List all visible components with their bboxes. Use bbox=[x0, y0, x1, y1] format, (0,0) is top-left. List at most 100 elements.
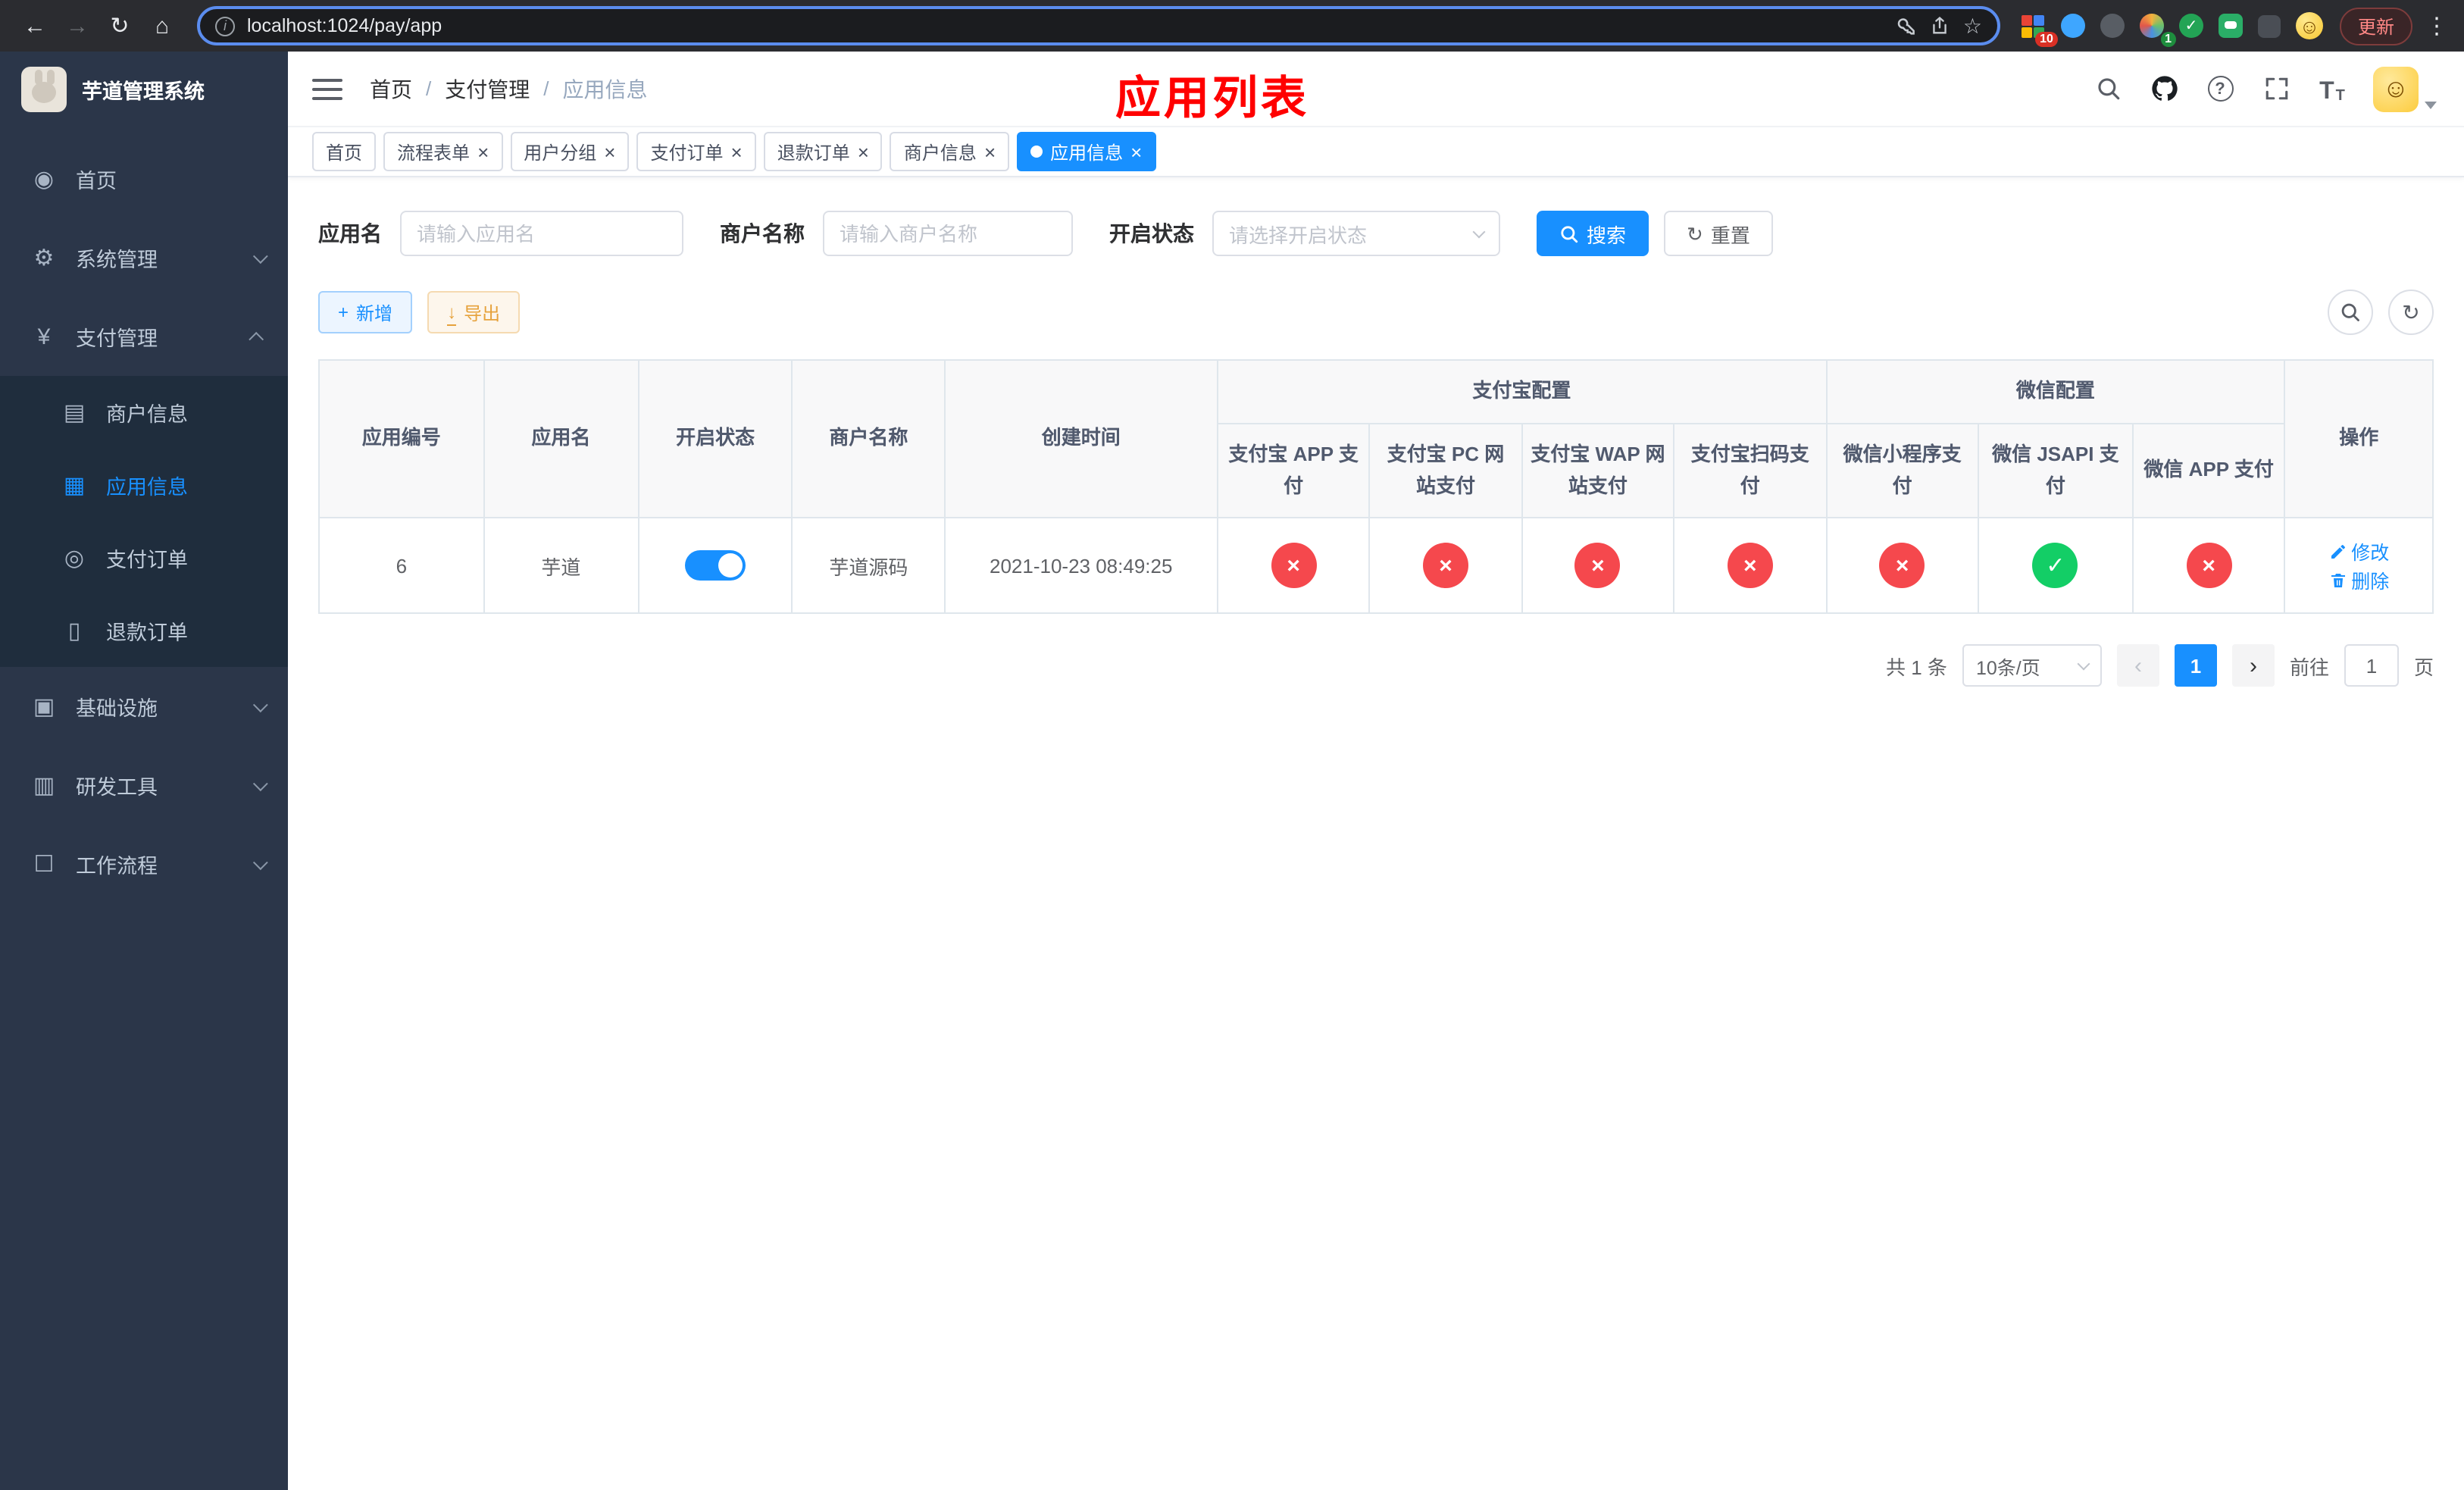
avatar-emoji-icon: ☺ bbox=[2373, 66, 2419, 111]
search-icon[interactable] bbox=[2093, 74, 2123, 104]
col-wechat-app: 微信 APP 支付 bbox=[2131, 422, 2286, 519]
refresh-table-button[interactable]: ↻ bbox=[2388, 290, 2434, 335]
sidebar: 芋道管理系统 ◉ 首页 ⚙ 系统管理 ¥ 支付管理 ▤ 商户信息 ▦ 应用信息 … bbox=[0, 52, 288, 1490]
close-icon[interactable]: × bbox=[984, 142, 996, 161]
app-name-label: 应用名 bbox=[318, 221, 382, 246]
fullscreen-icon[interactable] bbox=[2261, 74, 2291, 104]
sidebar-item-refund-order[interactable]: ▯ 退款订单 bbox=[0, 594, 288, 667]
group-wechat-config: 微信配置 bbox=[1825, 359, 2286, 424]
page-number-button[interactable]: 1 bbox=[2174, 644, 2217, 687]
tab-user-group[interactable]: 用户分组 × bbox=[510, 132, 630, 171]
reset-button[interactable]: ↻ 重置 bbox=[1664, 211, 1773, 256]
delete-button[interactable]: 删除 bbox=[2328, 566, 2389, 595]
alipay-pc-status-icon: × bbox=[1423, 543, 1468, 589]
sidebar-menu: ◉ 首页 ⚙ 系统管理 ¥ 支付管理 ▤ 商户信息 ▦ 应用信息 ◎ 支付订单 … bbox=[0, 139, 288, 903]
cell-operations: 修改 删除 bbox=[2284, 517, 2434, 615]
close-icon[interactable]: × bbox=[858, 142, 869, 161]
site-info-icon[interactable]: i bbox=[215, 16, 235, 36]
sidebar-item-workflow[interactable]: ☐ 工作流程 bbox=[0, 825, 288, 903]
merchant-name-label: 商户名称 bbox=[720, 221, 805, 246]
sidebar-toggle-button[interactable] bbox=[312, 78, 342, 99]
alipay-app-status-icon: × bbox=[1271, 543, 1317, 589]
close-icon[interactable]: × bbox=[604, 142, 615, 161]
browser-home-icon[interactable]: ⌂ bbox=[142, 6, 182, 45]
extension-dark-circle-icon[interactable] bbox=[2094, 8, 2131, 44]
tab-pay-order[interactable]: 支付订单 × bbox=[636, 132, 756, 171]
search-button[interactable]: 搜索 bbox=[1537, 211, 1649, 256]
sidebar-item-app-info[interactable]: ▦ 应用信息 bbox=[0, 449, 288, 521]
bookmark-star-icon[interactable]: ☆ bbox=[1963, 13, 1982, 39]
sidebar-item-system[interactable]: ⚙ 系统管理 bbox=[0, 218, 288, 297]
tab-app-info[interactable]: 应用信息 × bbox=[1017, 132, 1156, 171]
help-icon[interactable]: ? bbox=[2205, 74, 2235, 104]
extension-drop-icon[interactable] bbox=[2055, 8, 2091, 44]
github-icon[interactable] bbox=[2149, 74, 2179, 104]
cell-created: 2021-10-23 08:49:25 bbox=[943, 517, 1218, 615]
goto-page-input[interactable] bbox=[2344, 644, 2399, 687]
chevron-down-icon bbox=[252, 775, 268, 791]
workflow-icon: ☐ bbox=[33, 852, 55, 878]
toggle-search-button[interactable] bbox=[2328, 290, 2373, 335]
extension-pin-icon[interactable] bbox=[2252, 8, 2288, 44]
col-operations: 操作 bbox=[2284, 358, 2434, 519]
url-text[interactable]: localhost:1024/pay/app bbox=[247, 15, 1883, 36]
extension-avatar-icon[interactable]: 1 bbox=[2134, 8, 2176, 47]
col-alipay-app: 支付宝 APP 支付 bbox=[1216, 422, 1371, 519]
prev-page-button[interactable]: ‹ bbox=[2116, 644, 2159, 687]
profile-avatar-icon[interactable]: ☺ bbox=[2291, 8, 2328, 44]
total-count: 共 1 条 bbox=[1886, 656, 1947, 679]
browser-back-icon[interactable]: ← bbox=[15, 6, 55, 45]
share-icon[interactable] bbox=[1930, 15, 1951, 36]
merchant-card-icon: ▤ bbox=[63, 400, 86, 426]
user-avatar[interactable]: ☺ bbox=[2373, 66, 2437, 111]
col-wechat-lite: 微信小程序支付 bbox=[1825, 422, 1980, 519]
password-key-icon[interactable] bbox=[1895, 14, 1918, 37]
export-button[interactable]: ↓ 导出 bbox=[427, 291, 521, 333]
sidebar-item-payment-order[interactable]: ◎ 支付订单 bbox=[0, 521, 288, 594]
active-dot-icon bbox=[1030, 146, 1043, 158]
browser-forward-icon[interactable]: → bbox=[58, 6, 97, 45]
breadcrumb-payment[interactable]: 支付管理 bbox=[445, 74, 530, 104]
edit-button[interactable]: 修改 bbox=[2328, 537, 2389, 566]
browser-toolbar: ← → ↻ ⌂ i localhost:1024/pay/app ☆ 10 1 … bbox=[0, 0, 2464, 52]
extension-blocks-icon[interactable]: 10 bbox=[2015, 8, 2058, 47]
page-size-select[interactable]: 10条/页 bbox=[1962, 644, 2102, 687]
tab-process-form[interactable]: 流程表单 × bbox=[383, 132, 503, 171]
breadcrumb-home[interactable]: 首页 bbox=[370, 74, 412, 104]
font-size-icon[interactable]: TT bbox=[2317, 74, 2347, 104]
extension-check-icon[interactable]: ✓ bbox=[2173, 8, 2209, 44]
tab-home[interactable]: 首页 bbox=[312, 132, 377, 171]
close-icon[interactable]: × bbox=[477, 142, 489, 161]
col-status: 开启状态 bbox=[637, 358, 793, 519]
goto-label: 前往 bbox=[2289, 656, 2329, 679]
close-icon[interactable]: × bbox=[731, 142, 743, 161]
dashboard-icon: ◉ bbox=[33, 167, 55, 193]
breadcrumb-current: 应用信息 bbox=[562, 77, 648, 101]
sidebar-item-devtools[interactable]: ▥ 研发工具 bbox=[0, 746, 288, 825]
browser-update-button[interactable]: 更新 bbox=[2339, 7, 2412, 45]
extension-chat-icon[interactable] bbox=[2212, 8, 2249, 44]
browser-menu-icon[interactable]: ⋮ bbox=[2425, 12, 2449, 39]
col-app-name: 应用名 bbox=[483, 358, 639, 519]
sidebar-item-merchant-info[interactable]: ▤ 商户信息 bbox=[0, 376, 288, 449]
status-toggle[interactable] bbox=[685, 550, 746, 581]
refresh-icon: ↻ bbox=[1687, 222, 1703, 245]
address-bar[interactable]: i localhost:1024/pay/app ☆ bbox=[197, 6, 2000, 45]
next-page-button[interactable]: › bbox=[2231, 644, 2275, 687]
close-icon[interactable]: × bbox=[1130, 142, 1142, 161]
sidebar-item-payment[interactable]: ¥ 支付管理 bbox=[0, 297, 288, 376]
sidebar-item-infrastructure[interactable]: ▣ 基础设施 bbox=[0, 667, 288, 746]
tab-merchant-info[interactable]: 商户信息 × bbox=[890, 132, 1010, 171]
browser-refresh-icon[interactable]: ↻ bbox=[100, 6, 139, 45]
add-button[interactable]: + 新增 bbox=[318, 291, 413, 333]
app-name-input[interactable] bbox=[400, 211, 683, 256]
tab-refund-order[interactable]: 退款订单 × bbox=[763, 132, 883, 171]
pagination: 共 1 条 10条/页 ‹ 1 › 前往 页 bbox=[318, 644, 2434, 687]
app-title: 芋道管理系统 bbox=[82, 80, 205, 103]
wechat-app-status-icon: × bbox=[2186, 543, 2232, 589]
col-merchant: 商户名称 bbox=[791, 358, 946, 519]
status-select[interactable]: 请选择开启状态 bbox=[1212, 211, 1500, 256]
merchant-name-input[interactable] bbox=[823, 211, 1073, 256]
top-navbar: 首页 / 支付管理 / 应用信息 应用列表 ? T T ☺ bbox=[288, 52, 2464, 127]
sidebar-item-home[interactable]: ◉ 首页 bbox=[0, 139, 288, 218]
